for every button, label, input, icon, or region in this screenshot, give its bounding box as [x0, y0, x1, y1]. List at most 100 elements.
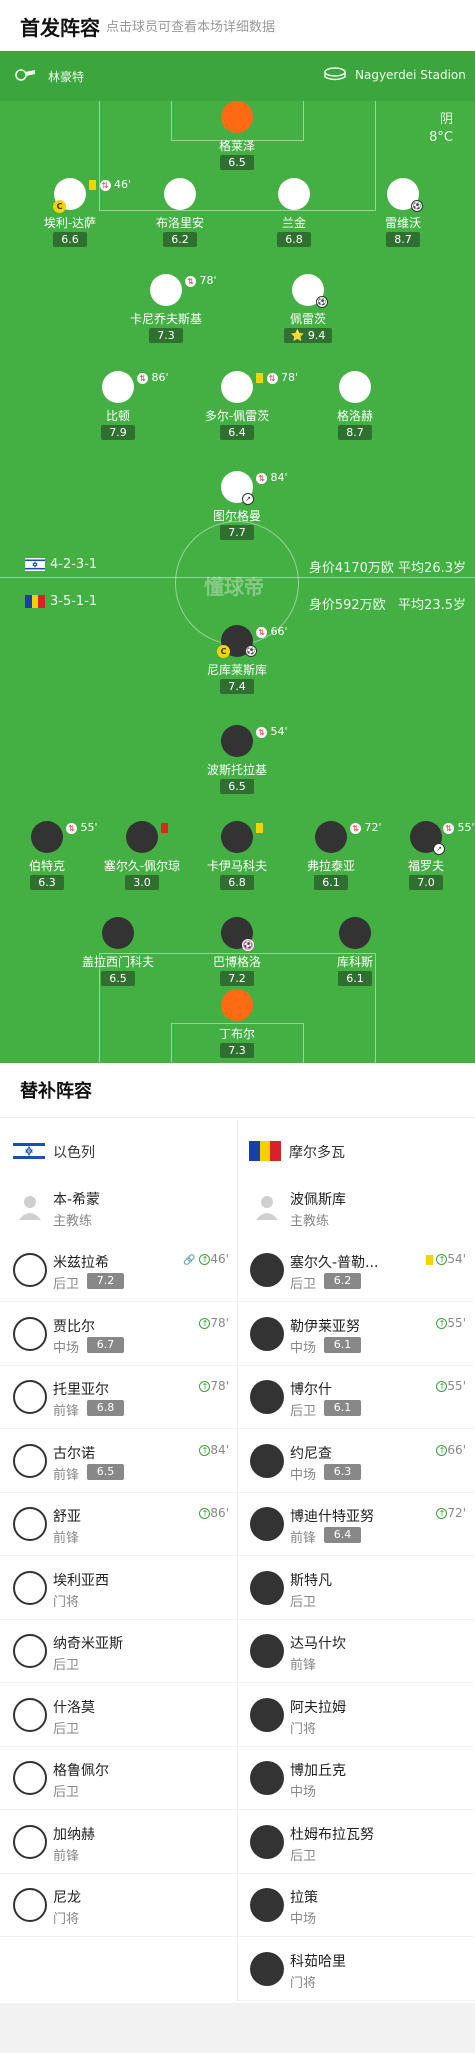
sub-player-row[interactable]: 什洛莫 后卫 [0, 1684, 237, 1747]
sub-player-name: 尼龙 [53, 1890, 81, 1906]
sub-player-row[interactable]: 古尔诺 前锋 6.5 ↑ 84' [0, 1430, 237, 1493]
sub-player-row[interactable]: 托里亚尔 前锋 6.8 ↑ 78' [0, 1366, 237, 1429]
sub-player-position: 后卫 [53, 1785, 80, 1800]
player-kit-icon [13, 1253, 47, 1287]
sub-minute: ↑ 55' [436, 1316, 466, 1330]
sub-minute: ↑ 86' [199, 1506, 229, 1520]
player-kit-icon [250, 1761, 284, 1795]
sub-player-row[interactable]: 埃利亚西 门将 [0, 1557, 237, 1620]
player-events [161, 821, 168, 834]
sub-player-name: 纳奇米亚斯 [53, 1636, 123, 1652]
sub-player-position: 中场 [290, 1340, 317, 1356]
sub-player-row[interactable]: 博迪什特亚努 前锋 6.4 ↑ 72' [237, 1493, 474, 1556]
sub-player-row[interactable]: 拉策 中场 [237, 1874, 474, 1937]
sub-player-name: 约尼查 [290, 1445, 332, 1462]
sub-player-row[interactable]: 纳奇米亚斯 后卫 [0, 1620, 237, 1683]
home-team-name: 林豪特 [48, 70, 85, 84]
page-header: 首发阵容 点击球员可查看本场详细数据 [0, 0, 475, 51]
sub-minute: ↑ 78' [199, 1316, 229, 1330]
player-kit-icon [13, 1824, 47, 1859]
sub-player-row[interactable]: 格鲁佩尔 后卫 [0, 1747, 237, 1810]
sub-player-name: 达马什坎 [290, 1636, 346, 1652]
away-player[interactable]: C ⚽ ⇅ 66' 尼库莱斯库 7.4 [177, 625, 297, 715]
sub-player-rating: 6.2 [324, 1273, 361, 1289]
sub-player-row[interactable]: 贾比尔 中场 6.7 ↑ 78' [0, 1303, 237, 1366]
sub-player-rating: 6.3 [324, 1463, 361, 1480]
home-player[interactable]: ↗ ⇅ 84' 图尔格曼 7.7 [177, 471, 297, 561]
sub-player-row[interactable]: 舒亚 前锋 ↑ 86' [0, 1493, 237, 1556]
sub-minute: ↑ 54' [425, 1252, 466, 1266]
away-player[interactable]: ↗ ⇅ 55' 福罗夫 7.0 [366, 821, 475, 911]
sub-player-row[interactable]: 尼龙 门将 [0, 1874, 237, 1937]
home-formation: 4-2-3-1 [50, 557, 98, 572]
home-player[interactable]: 格洛赫 8.7 [295, 371, 415, 461]
away-player[interactable]: 盖拉西门科夫 6.5 [58, 917, 178, 1007]
home-player[interactable]: C ⇅ 46' 埃利-达萨 6.6 [10, 178, 131, 268]
sub-in-icon: ↑ [436, 1381, 448, 1392]
sub-player-row[interactable]: 博加丘克 中场 [237, 1747, 474, 1810]
sub-minute: ↑ 55' [436, 1379, 466, 1393]
player-events: ⇅ 86' [137, 371, 169, 384]
coach-avatar-icon [13, 1190, 47, 1224]
player-events [256, 821, 263, 834]
away-value-age: 身价592万欧 平均23.5岁 [308, 598, 466, 613]
goal-ball-icon: ⚽ [316, 296, 328, 308]
sub-player-position: 中场 [290, 1467, 317, 1483]
away-player[interactable]: ⇅ 54' 波斯托拉基 6.5 [177, 725, 297, 815]
assist-boot-icon: ↗ [242, 493, 254, 505]
coach-row[interactable]: 波佩斯库 主教练 [237, 1176, 474, 1239]
home-player[interactable]: 兰金 6.8 [234, 178, 354, 268]
sub-player-name: 加纳赫 [53, 1826, 95, 1843]
sub-player-position: 门将 [53, 1912, 80, 1927]
home-player[interactable]: ⇅ 86' 比顿 7.9 [58, 371, 178, 461]
player-events: ⇅ 55' [443, 821, 475, 834]
sub-player-row[interactable]: 米兹拉希 后卫 7.2 🔗 ↑ 46' [0, 1239, 237, 1302]
sub-player-row[interactable]: 约尼查 中场 6.3 ↑ 66' [237, 1430, 474, 1493]
home-player[interactable]: ⚽ 雷维沃 8.7 [343, 178, 463, 268]
sub-player-row[interactable]: 达马什坎 前锋 [237, 1620, 474, 1683]
sub-player-row[interactable]: 塞尔久-普勒... 后卫 6.2 ↑ 54' [237, 1239, 474, 1302]
sub-player-name: 古尔诺 [53, 1445, 95, 1462]
home-subs-header: 以色列 [0, 1125, 237, 1170]
away-player[interactable]: 库科斯 6.1 [295, 917, 415, 1007]
sub-player-row[interactable]: 杜姆布拉瓦努 后卫 [237, 1811, 474, 1874]
sub-player-position: 中场 [53, 1340, 80, 1356]
weather-temperature: 8°C [429, 130, 453, 145]
home-player[interactable]: 布洛里安 6.2 [120, 178, 240, 268]
player-kit-icon [102, 371, 134, 403]
sub-player-name: 格鲁佩尔 [53, 1763, 109, 1779]
away-subs-header: 摩尔多瓦 [237, 1125, 475, 1170]
sub-player-name: 塞尔久-普勒... [290, 1255, 379, 1271]
home-player[interactable]: ⇅ 78' 多尔-佩雷茨 6.4 [177, 371, 298, 461]
substitution-icon: ⇅ [256, 726, 267, 738]
substitution-icon: ⇅ [137, 372, 148, 384]
israel-flag-icon [25, 558, 45, 571]
home-value-age: 身价4170万欧 平均26.3岁 [308, 561, 466, 576]
pitch: 林豪特 Nagyerdei Stadion 阴 8°C 懂球帝 4-2-3-1 … [0, 51, 475, 1063]
sub-player-row[interactable]: 博尔什 后卫 6.1 ↑ 55' [237, 1366, 474, 1429]
sub-in-icon: ↑ [436, 1444, 448, 1456]
coach-name: 本-希蒙 [53, 1192, 101, 1208]
sub-player-name: 贾比尔 [53, 1318, 95, 1335]
player-kit-icon [13, 1443, 47, 1478]
player-kit-icon [250, 1634, 284, 1668]
whistle-icon [15, 69, 35, 81]
sub-player-name: 博加丘克 [290, 1763, 346, 1779]
sub-player-row[interactable]: 加纳赫 前锋 [0, 1811, 237, 1874]
sub-player-row[interactable]: 科茹哈里 门将 [237, 1938, 474, 2001]
sub-player-name: 埃利亚西 [53, 1572, 109, 1589]
player-kit-icon [250, 1888, 284, 1922]
sub-player-name: 什洛莫 [53, 1699, 95, 1716]
home-player[interactable]: ⚽ 佩雷茨 ⭐ 9.4 [248, 274, 368, 364]
player-kit-icon [250, 1951, 284, 1986]
player-kit-icon [221, 725, 253, 757]
away-player[interactable]: 丁布尔 7.3 [177, 989, 297, 1063]
home-player[interactable]: ⇅ 78' 卡尼乔夫斯基 7.3 [106, 274, 226, 364]
captain-icon: C [53, 200, 66, 213]
player-kit-icon [13, 1570, 47, 1605]
sub-player-row[interactable]: 阿夫拉姆 门将 [237, 1684, 474, 1747]
coach-row[interactable]: 本-希蒙 主教练 [0, 1176, 237, 1239]
sub-player-row[interactable]: 勒伊莱亚努 中场 6.1 ↑ 55' [237, 1303, 474, 1366]
assist-boot-icon: ↗ [433, 843, 445, 855]
sub-player-row[interactable]: 斯特凡 后卫 [237, 1557, 474, 1620]
